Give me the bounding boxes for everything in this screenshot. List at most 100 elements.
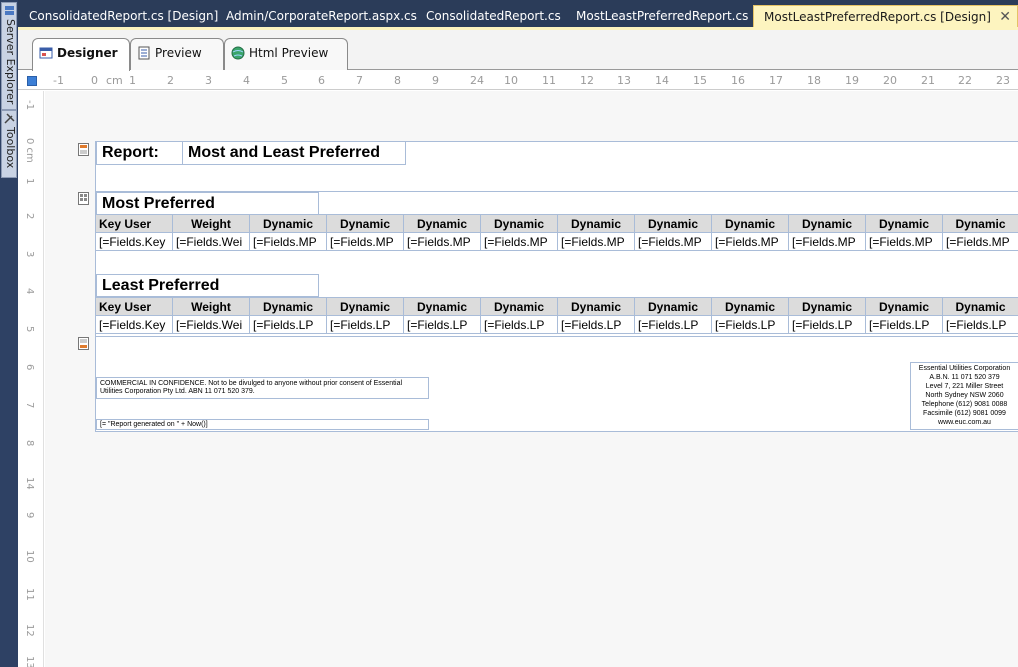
doc-tab-consolidated-cs[interactable]: ConsolidatedReport.cs bbox=[416, 5, 571, 27]
field-cell[interactable]: [=Fields.MP bbox=[326, 232, 404, 251]
toolbox-tab[interactable]: Toolbox bbox=[1, 110, 17, 178]
field-cell[interactable]: [=Fields.LP bbox=[326, 315, 404, 334]
column-header[interactable]: Dynamic bbox=[249, 297, 327, 316]
detail-section-icon[interactable] bbox=[78, 192, 89, 205]
field-cell[interactable]: [=Fields.LP bbox=[249, 315, 327, 334]
field-cell[interactable]: [=Fields.MP bbox=[942, 232, 1018, 251]
tab-preview-label: Preview bbox=[155, 46, 202, 60]
field-cell[interactable]: [=Fields.Wei bbox=[172, 232, 250, 251]
doc-tab-label: ConsolidatedReport.cs [Design] bbox=[29, 9, 219, 23]
ruler-label: 8 bbox=[24, 440, 35, 447]
ruler-label: 14 bbox=[655, 74, 669, 87]
ruler-label: 14 bbox=[24, 477, 35, 490]
column-header[interactable]: Dynamic bbox=[403, 297, 481, 316]
column-header[interactable]: Dynamic bbox=[480, 297, 558, 316]
field-cell[interactable]: [=Fields.LP bbox=[557, 315, 635, 334]
column-header[interactable]: Weight bbox=[172, 214, 250, 233]
table-header-row: Key User Weight Dynamic Dynamic Dynamic … bbox=[95, 214, 1018, 233]
ruler-label: 11 bbox=[24, 588, 35, 601]
field-cell[interactable]: [=Fields.MP bbox=[634, 232, 712, 251]
server-explorer-tab[interactable]: Server Explorer bbox=[1, 2, 17, 110]
column-header[interactable]: Key User bbox=[95, 214, 173, 233]
ruler-label: 2 bbox=[24, 213, 35, 220]
ruler-label: 5 bbox=[24, 326, 35, 333]
page-footer-section-icon[interactable] bbox=[78, 337, 89, 350]
ruler-label: 0 bbox=[91, 74, 98, 87]
document-tab-bar: ConsolidatedReport.cs [Design] Admin/Cor… bbox=[18, 5, 1018, 27]
field-cell[interactable]: [=Fields.LP bbox=[788, 315, 866, 334]
column-header[interactable]: Dynamic bbox=[326, 214, 404, 233]
field-cell[interactable]: [=Fields.LP bbox=[865, 315, 943, 334]
report-title[interactable]: Most and Least Preferred bbox=[182, 141, 406, 165]
column-header[interactable]: Dynamic bbox=[788, 214, 866, 233]
column-header[interactable]: Dynamic bbox=[249, 214, 327, 233]
field-cell[interactable]: [=Fields.LP bbox=[711, 315, 789, 334]
column-header[interactable]: Dynamic bbox=[711, 214, 789, 233]
tab-html-preview[interactable]: Html Preview bbox=[224, 38, 348, 70]
ruler-label: 0 cm bbox=[24, 138, 35, 163]
most-preferred-heading[interactable]: Most Preferred bbox=[96, 192, 319, 215]
ruler-label: 13 bbox=[24, 656, 35, 667]
column-header[interactable]: Weight bbox=[172, 297, 250, 316]
column-header[interactable]: Dynamic bbox=[942, 214, 1018, 233]
column-header[interactable]: Dynamic bbox=[403, 214, 481, 233]
column-header[interactable]: Dynamic bbox=[480, 214, 558, 233]
report-generated-expression[interactable]: [= "Report generated on " + Now()] bbox=[96, 419, 429, 430]
page-header-section-icon[interactable] bbox=[78, 143, 89, 156]
doc-tab-mostleast-design[interactable]: MostLeastPreferredReport.cs [Design] ✕ bbox=[753, 5, 1018, 27]
toolbox-label: Toolbox bbox=[4, 127, 17, 169]
address-line: Telephone (612) 9081 0088 bbox=[921, 401, 1008, 408]
ruler-label: 18 bbox=[807, 74, 821, 87]
column-header[interactable]: Dynamic bbox=[634, 214, 712, 233]
table-header-row: Key User Weight Dynamic Dynamic Dynamic … bbox=[95, 297, 1018, 316]
column-header[interactable]: Dynamic bbox=[711, 297, 789, 316]
field-cell[interactable]: [=Fields.MP bbox=[403, 232, 481, 251]
column-header[interactable]: Dynamic bbox=[557, 297, 635, 316]
report-canvas: Report: Most and Least Preferred Most Pr… bbox=[45, 91, 1018, 667]
doc-tab-mostleast-cs[interactable]: MostLeastPreferredReport.cs bbox=[566, 5, 758, 27]
confidentiality-notice[interactable]: COMMERCIAL IN CONFIDENCE. Not to be divu… bbox=[96, 377, 429, 399]
field-cell[interactable]: [=Fields.MP bbox=[865, 232, 943, 251]
least-preferred-table[interactable]: Key User Weight Dynamic Dynamic Dynamic … bbox=[95, 297, 1018, 334]
ruler-label: 20 bbox=[883, 74, 897, 87]
column-header[interactable]: Dynamic bbox=[865, 297, 943, 316]
column-header[interactable]: Dynamic bbox=[326, 297, 404, 316]
tab-preview[interactable]: Preview bbox=[130, 38, 224, 70]
ruler-label: 10 bbox=[24, 550, 35, 563]
least-preferred-heading[interactable]: Least Preferred bbox=[96, 274, 319, 297]
field-cell[interactable]: [=Fields.MP bbox=[788, 232, 866, 251]
ruler-label: 8 bbox=[394, 74, 401, 87]
column-header[interactable]: Dynamic bbox=[557, 214, 635, 233]
field-cell[interactable]: [=Fields.LP bbox=[403, 315, 481, 334]
column-header[interactable]: Dynamic bbox=[942, 297, 1018, 316]
most-preferred-table[interactable]: Key User Weight Dynamic Dynamic Dynamic … bbox=[95, 214, 1018, 251]
vertical-ruler: -1 0 cm 1 2 3 4 5 6 7 8 9 10 11 12 13 bbox=[18, 91, 44, 667]
field-cell[interactable]: [=Fields.MP bbox=[480, 232, 558, 251]
field-cell[interactable]: [=Fields.LP bbox=[480, 315, 558, 334]
field-cell[interactable]: [=Fields.LP bbox=[634, 315, 712, 334]
ruler-label: 3 bbox=[24, 251, 35, 258]
field-cell[interactable]: [=Fields.Key bbox=[95, 315, 173, 334]
company-address-block[interactable]: Essential Utilities Corporation A.B.N. 1… bbox=[910, 362, 1018, 430]
field-cell[interactable]: [=Fields.Wei bbox=[172, 315, 250, 334]
doc-tab-corporate-report[interactable]: Admin/CorporateReport.aspx.cs bbox=[216, 5, 427, 27]
globe-icon bbox=[231, 46, 245, 60]
column-header[interactable]: Key User bbox=[95, 297, 173, 316]
report-label[interactable]: Report: bbox=[96, 141, 183, 165]
field-cell[interactable]: [=Fields.LP bbox=[942, 315, 1018, 334]
tab-designer[interactable]: Designer bbox=[32, 38, 130, 71]
ruler-label: 12 bbox=[24, 624, 35, 637]
field-cell[interactable]: [=Fields.MP bbox=[557, 232, 635, 251]
doc-tab-consolidated-design[interactable]: ConsolidatedReport.cs [Design] bbox=[19, 5, 228, 27]
close-tab-icon[interactable]: ✕ bbox=[999, 6, 1011, 28]
column-header[interactable]: Dynamic bbox=[865, 214, 943, 233]
ruler-label: 16 bbox=[731, 74, 745, 87]
ruler-corner-icon[interactable] bbox=[27, 76, 37, 86]
field-cell[interactable]: [=Fields.Key bbox=[95, 232, 173, 251]
field-cell[interactable]: [=Fields.MP bbox=[249, 232, 327, 251]
field-cell[interactable]: [=Fields.MP bbox=[711, 232, 789, 251]
ruler-label: 15 bbox=[693, 74, 707, 87]
ruler-label: -1 bbox=[53, 74, 64, 87]
column-header[interactable]: Dynamic bbox=[634, 297, 712, 316]
column-header[interactable]: Dynamic bbox=[788, 297, 866, 316]
